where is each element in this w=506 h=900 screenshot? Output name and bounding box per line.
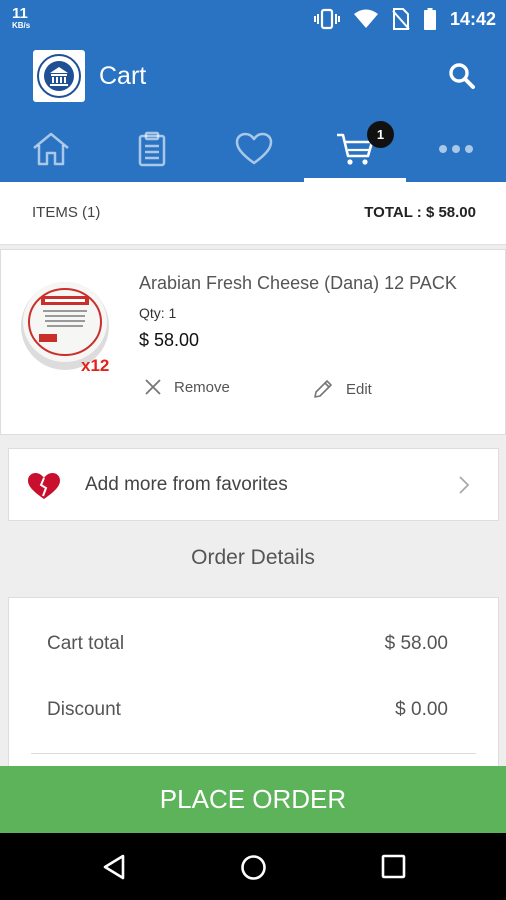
order-details-title: Order Details — [191, 546, 315, 569]
order-row-label: Discount — [47, 699, 121, 720]
order-row-value: $ 58.00 — [384, 633, 448, 654]
tab-bar: 1 — [0, 116, 506, 182]
tab-home[interactable] — [0, 116, 101, 182]
search-button[interactable] — [448, 62, 476, 95]
clock: 14:42 — [449, 8, 496, 29]
cart-item: x12 Arabian Fresh Cheese (Dana) 12 PACK … — [0, 249, 506, 435]
home-icon — [32, 132, 69, 166]
tab-more[interactable] — [405, 116, 506, 182]
status-bar: 11 KB/s 14:42 — [0, 0, 506, 38]
edit-button[interactable]: Edit — [312, 378, 372, 400]
app-bar: Cart — [0, 38, 506, 116]
order-row-cart-total: Cart total $ 58.00 — [47, 633, 448, 655]
network-speed: 11 KB/s — [12, 6, 30, 30]
items-count: ITEMS (1) — [32, 204, 101, 221]
back-triangle-icon — [103, 854, 125, 880]
heart-outline-icon — [235, 132, 272, 165]
home-circle-icon — [241, 855, 266, 880]
remove-label: Remove — [174, 378, 230, 396]
order-row-label: Cart total — [47, 633, 125, 654]
vibrate-icon — [313, 8, 340, 30]
cart-count-badge: 1 — [367, 121, 394, 148]
edit-label: Edit — [346, 380, 372, 398]
product-quantity: Qty: 1 — [139, 305, 177, 321]
broken-heart-icon — [27, 472, 61, 505]
no-sim-icon — [392, 8, 410, 30]
product-price: $ 58.00 — [139, 330, 200, 350]
order-row-value: $ 0.00 — [395, 699, 448, 720]
system-navigation-bar — [0, 833, 506, 900]
recents-square-icon — [381, 854, 406, 879]
product-image[interactable]: x12 — [19, 274, 121, 376]
back-button[interactable] — [101, 854, 127, 885]
system-icons: 14:42 — [313, 8, 496, 30]
tab-favorites[interactable] — [203, 116, 304, 182]
wifi-icon — [353, 9, 378, 29]
pencil-icon — [314, 380, 332, 398]
cart-total-label: TOTAL : $ 58.00 — [364, 204, 476, 221]
favorites-link-label: Add more from favorites — [85, 474, 288, 495]
chevron-right-icon — [458, 475, 470, 500]
divider — [31, 753, 476, 754]
clipboard-icon — [138, 131, 165, 167]
network-speed-unit: KB/s — [12, 21, 31, 30]
home-button[interactable] — [240, 854, 267, 886]
network-speed-value: 11 — [12, 5, 28, 22]
battery-icon — [423, 8, 436, 30]
app-logo[interactable] — [33, 50, 85, 102]
top-app-area: 11 KB/s 14:42 Cart 1 — [0, 0, 506, 182]
page-title: Cart — [99, 62, 147, 90]
order-row-discount: Discount $ 0.00 — [47, 699, 448, 721]
place-order-button[interactable]: PLACE ORDER — [0, 766, 506, 833]
add-from-favorites-row[interactable]: Add more from favorites — [8, 448, 499, 521]
recents-button[interactable] — [381, 854, 406, 884]
tab-orders[interactable] — [101, 116, 202, 182]
close-icon — [145, 379, 161, 395]
cart-summary-header: ITEMS (1) TOTAL : $ 58.00 — [0, 182, 506, 245]
pack-size-badge: x12 — [81, 356, 109, 375]
more-dots-icon — [438, 145, 473, 153]
remove-button[interactable]: Remove — [144, 378, 230, 396]
search-icon — [449, 63, 475, 89]
order-details-card: Cart total $ 58.00 Discount $ 0.00 — [8, 597, 499, 787]
product-name[interactable]: Arabian Fresh Cheese (Dana) 12 PACK — [139, 273, 491, 294]
